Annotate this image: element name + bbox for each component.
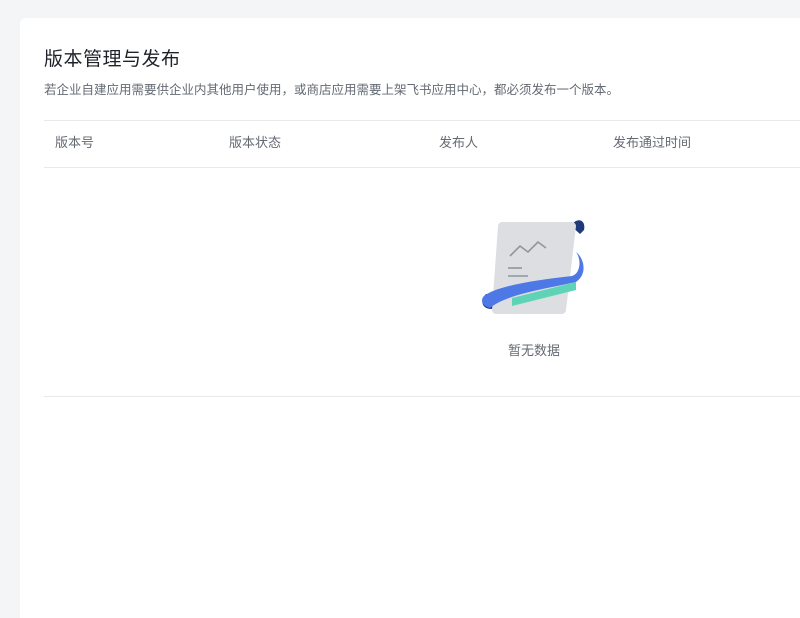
column-version-status: 版本状态: [229, 136, 282, 151]
empty-state-text: 暂无数据: [507, 344, 560, 359]
page-title: 版本管理与发布: [44, 48, 181, 70]
table-header: 版本号 版本状态 发布人 发布通过时间: [44, 120, 800, 168]
column-publisher: 发布人: [439, 136, 479, 151]
empty-document-icon: [482, 220, 585, 314]
table-body-empty: 暂无数据: [44, 168, 800, 397]
column-publish-approved-time: 发布通过时间: [613, 136, 692, 151]
version-management-card: 版本管理与发布 若企业自建应用需要供企业内其他用户使用，或商店应用需要上架飞书应…: [20, 18, 800, 618]
column-version-number: 版本号: [55, 136, 95, 151]
version-table: 版本号 版本状态 发布人 发布通过时间 暂无数据: [44, 120, 800, 397]
page-description: 若企业自建应用需要供企业内其他用户使用，或商店应用需要上架飞书应用中心，都必须发…: [44, 82, 620, 97]
